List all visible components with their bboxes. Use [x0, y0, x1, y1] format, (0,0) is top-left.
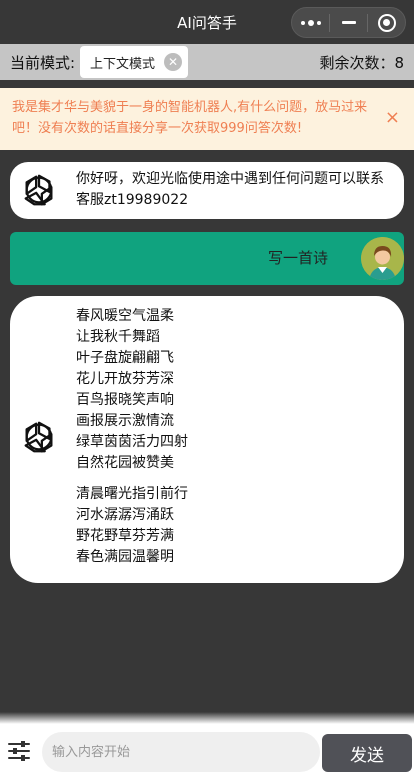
minimize-button[interactable]: [330, 8, 367, 37]
poem-line: 自然花园被赞美: [76, 455, 174, 471]
poem-line: 河水潺潺泻涌跃: [76, 507, 174, 523]
poem-line: 百鸟报晓笑声响: [76, 392, 174, 408]
notice-close-icon[interactable]: ×: [385, 107, 400, 128]
poem-line: 叶子盘旋翩翩飞: [76, 350, 174, 366]
more-button[interactable]: [292, 8, 329, 37]
openai-logo-icon: [24, 174, 53, 206]
poem-line: 画报展示激情流: [76, 413, 174, 429]
user-avatar: [361, 237, 404, 280]
send-button[interactable]: 发送: [322, 734, 412, 772]
poem-line: 让我秋千舞蹈: [76, 329, 160, 345]
notice-bar: 我是集才华与美貌于一身的智能机器人,有什么问题，放马过来吧！没有次数的话直接分享…: [0, 88, 414, 150]
input-bar: 发送: [0, 712, 414, 780]
clear-mode-icon[interactable]: ✕: [164, 53, 182, 71]
settings-sliders-icon[interactable]: [8, 740, 30, 762]
mode-bar: 当前模式: 上下文模式 ✕ 剩余次数：8: [0, 44, 414, 80]
ai-message-bubble: 你好呀，欢迎光临使用途中遇到任何问题可以联系客服zt19989022: [10, 162, 404, 219]
capsule-menu: [291, 7, 406, 38]
ai-poem-bubble: 春风暖空气温柔 让我秋千舞蹈 叶子盘旋翩翩飞 花儿开放芬芳深 百鸟报晓笑声响 画…: [10, 296, 404, 583]
target-icon: [377, 13, 396, 32]
mode-chip[interactable]: 上下文模式 ✕: [80, 46, 188, 78]
openai-logo-icon: [24, 421, 53, 453]
user-message-bubble: 写一首诗: [10, 232, 404, 285]
close-app-button[interactable]: [368, 8, 405, 37]
remaining-count: 剩余次数：8: [319, 54, 404, 72]
minimize-icon: [341, 21, 356, 24]
more-dots-icon: [300, 19, 321, 26]
user-message-text: 写一首诗: [267, 249, 328, 267]
mode-label: 当前模式:: [10, 54, 76, 72]
poem-line: 春风暖空气温柔: [76, 308, 174, 324]
poem-line: 绿草茵茵活力四射: [76, 434, 188, 450]
message-input[interactable]: [42, 732, 320, 772]
poem-line: 清晨曙光指引前行: [76, 486, 188, 502]
poem-line: 花儿开放芬芳深: [76, 371, 174, 387]
poem-line: 春色满园温馨明: [76, 549, 174, 565]
title-bar: AI问答手: [0, 0, 414, 44]
ai-greeting-text: 你好呀，欢迎光临使用途中遇到任何问题可以联系客服zt19989022: [76, 171, 384, 208]
poem-line: 野花野草芬芳满: [76, 528, 174, 544]
ai-poem-text: 春风暖空气温柔 让我秋千舞蹈 叶子盘旋翩翩飞 花儿开放芬芳深 百鸟报晓笑声响 画…: [76, 306, 188, 568]
mode-chip-label: 上下文模式: [90, 56, 156, 72]
notice-text: 我是集才华与美貌于一身的智能机器人,有什么问题，放马过来吧！没有次数的话直接分享…: [12, 100, 368, 136]
